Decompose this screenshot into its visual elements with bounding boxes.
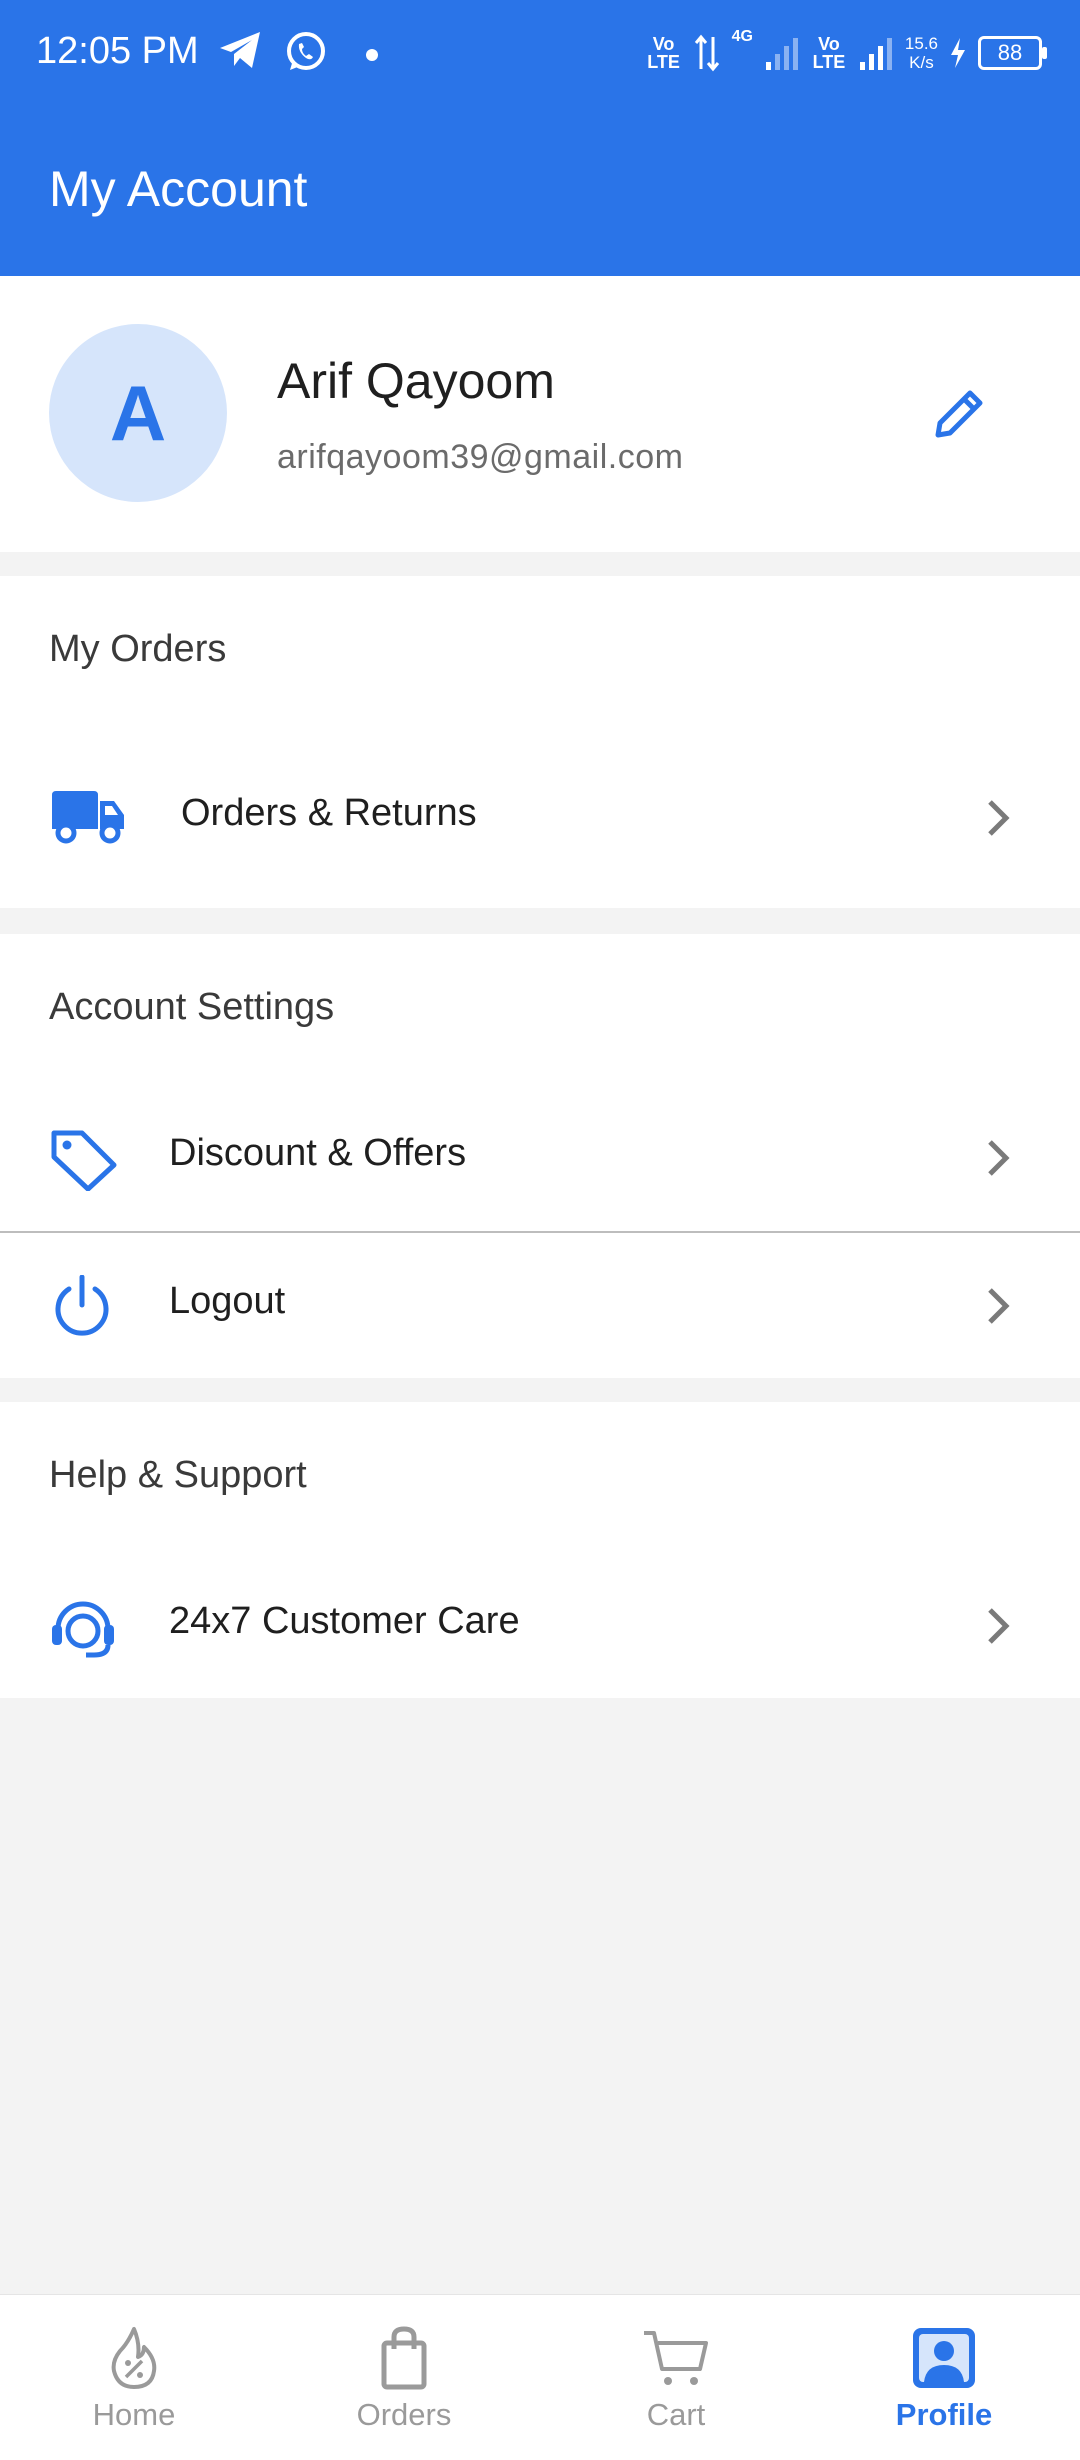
top-bar: 12:05 PM Vo LTE 4G Vo LTE 15.6 K/s 88 My… xyxy=(0,0,1080,276)
bag-icon xyxy=(370,2325,438,2391)
truck-icon xyxy=(48,787,124,847)
pencil-icon xyxy=(935,390,983,438)
headset-icon xyxy=(48,1595,120,1658)
account-screen: 12:05 PM Vo LTE 4G Vo LTE 15.6 K/s 88 My… xyxy=(0,0,1080,2460)
chevron-right-icon xyxy=(978,1604,1018,1648)
status-right: Vo LTE 4G Vo LTE 15.6 K/s 88 xyxy=(646,28,1047,78)
volte-label-2: Vo LTE xyxy=(812,34,846,72)
section-title-account: Account Settings xyxy=(49,986,335,1028)
net-speed-unit: K/s xyxy=(909,53,934,72)
page-title: My Account xyxy=(49,161,308,217)
logout-label: Logout xyxy=(169,1280,286,1322)
orders-returns-label: Orders & Returns xyxy=(181,792,477,834)
profile-card: A Arif Qayoom arifqayoom39@gmail.com xyxy=(0,276,1080,552)
nav-orders-label: Orders xyxy=(356,2397,452,2432)
status-time: 12:05 PM xyxy=(36,30,199,72)
charging-icon xyxy=(951,38,965,68)
nav-profile-label: Profile xyxy=(895,2397,993,2432)
nav-home[interactable]: Home xyxy=(34,2295,234,2460)
discount-offers-item[interactable]: Discount & Offers xyxy=(0,1084,1080,1230)
help-support-section: Help & Support 24x7 Customer Care xyxy=(0,1402,1080,1698)
chevron-right-icon xyxy=(978,1284,1018,1328)
cart-icon xyxy=(642,2325,710,2391)
notification-dot-icon xyxy=(366,48,378,66)
nav-orders[interactable]: Orders xyxy=(304,2295,504,2460)
avatar: A xyxy=(49,324,227,502)
signal-icon xyxy=(859,38,892,70)
nav-profile[interactable]: Profile xyxy=(844,2295,1044,2460)
whatsapp-icon xyxy=(284,30,328,79)
logout-item[interactable]: Logout xyxy=(0,1232,1080,1378)
bottom-navigation: Home Orders Cart Profile xyxy=(0,2294,1080,2460)
chevron-right-icon xyxy=(978,1136,1018,1180)
volte-label-1: Vo LTE xyxy=(647,34,680,72)
net-speed-value: 15.6 xyxy=(904,34,938,53)
customer-care-item[interactable]: 24x7 Customer Care xyxy=(0,1552,1080,1698)
orders-section: My Orders Orders & Returns xyxy=(0,576,1080,908)
nav-cart-label: Cart xyxy=(646,2397,706,2432)
nav-cart[interactable]: Cart xyxy=(576,2295,776,2460)
edit-profile-button[interactable] xyxy=(930,383,990,443)
profile-name: Arif Qayoom xyxy=(277,353,555,409)
orders-returns-item[interactable]: Orders & Returns xyxy=(0,744,1080,890)
section-title-help: Help & Support xyxy=(49,1454,307,1496)
tag-icon xyxy=(48,1127,120,1192)
section-title-orders: My Orders xyxy=(49,628,227,670)
network-4g-label: 4G xyxy=(731,28,753,45)
discount-offers-label: Discount & Offers xyxy=(169,1132,467,1174)
status-bar: 12:05 PM Vo LTE 4G Vo LTE 15.6 K/s 88 xyxy=(0,0,1080,110)
power-icon xyxy=(48,1274,120,1336)
customer-care-label: 24x7 Customer Care xyxy=(169,1600,520,1642)
home-discount-icon xyxy=(100,2325,168,2391)
signal-weak-icon xyxy=(765,38,798,70)
account-settings-section: Account Settings Discount & Offers Logou… xyxy=(0,934,1080,1378)
net-speed: 15.6 K/s xyxy=(905,34,938,72)
data-arrows-icon xyxy=(694,34,719,72)
chevron-right-icon xyxy=(978,796,1018,840)
profile-icon xyxy=(910,2325,978,2391)
profile-email: arifqayoom39@gmail.com xyxy=(277,438,684,476)
battery-indicator: 88 xyxy=(978,36,1047,70)
telegram-icon xyxy=(218,30,264,75)
nav-home-label: Home xyxy=(92,2397,176,2432)
